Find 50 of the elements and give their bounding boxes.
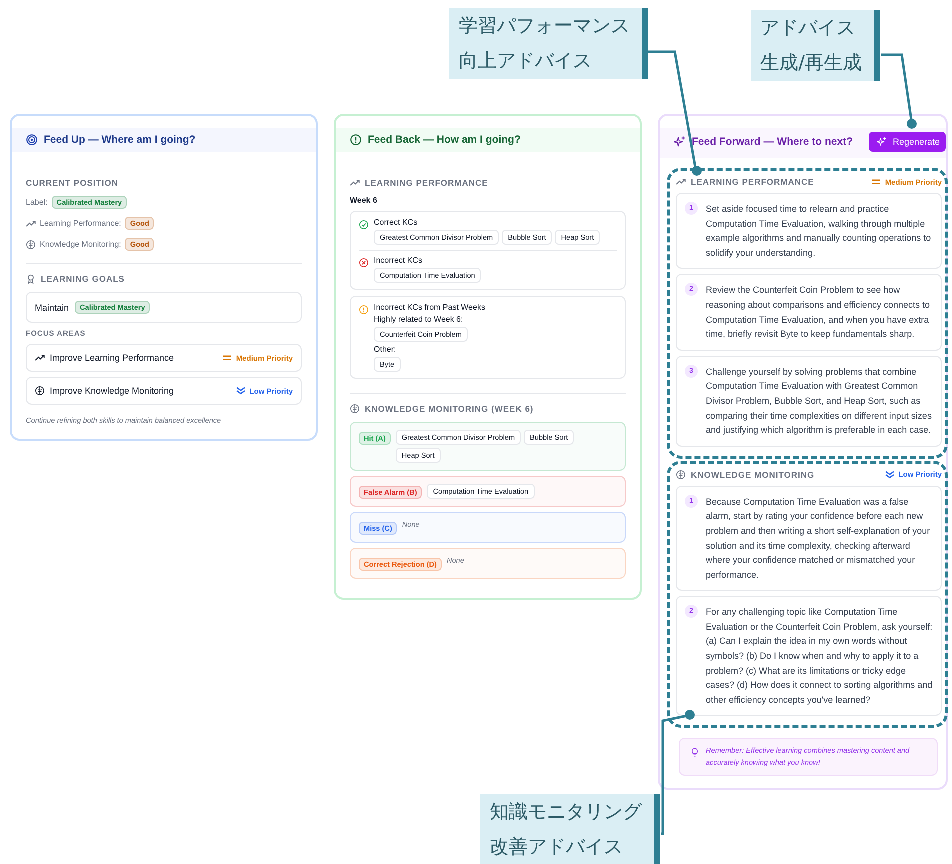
exclamation-circle-icon xyxy=(350,134,362,146)
advice-text: Challenge yourself by solving problems that combine Computation Time Evaluation with Greatest Common Divisor Problem, Bubble Sort, and Heap Sort, such as comparing their time complexities on different input sizes and justifying which algorithm is preferable in each case. xyxy=(706,366,933,438)
status-label: Learning Performance: xyxy=(40,219,122,228)
callout-text: 向上アドバイス xyxy=(459,48,593,74)
advice-text: Set aside focused time to relearn and practice Computation Time Evaluation, walking through multiple example algorithms and manually counting operations to solidify your understanding. xyxy=(706,203,932,260)
advice-text: For any challenging topic like Computation Time Evaluation or the Counterfeit Coin Problem, ask yourself: (a) Can I explain the idea in my own words without symbols? (b) Do I know when and why to apply it to a problem? (c) What are its limitations or tricky edge cases? (d) How does it connect to sorting algorithms and other efficiency concepts you've learned? xyxy=(706,606,934,707)
week-label: Week 6 xyxy=(350,196,378,205)
callout-text: 学習パフォーマンス xyxy=(459,14,630,39)
callout-text: アドバイス xyxy=(760,16,857,41)
equals-icon xyxy=(871,178,882,186)
advice-text: Because Computation Time Evaluation was a false alarm, start by rating your confidence before each new problem and then writing a short self-explanation of your solution and its time complexity, checking afterward where your confidence matched or mismatched your performance. xyxy=(706,496,932,582)
kc-sublabel: Other: xyxy=(374,345,398,354)
lightbulb-icon xyxy=(690,747,700,758)
kc-sublabel: Highly related to Week 6: xyxy=(374,315,464,324)
regenerate-button[interactable]: Regenerate xyxy=(868,132,946,152)
goal-text: Maintain xyxy=(35,302,70,312)
check-circle-icon xyxy=(359,220,369,230)
alert-circle-icon xyxy=(359,305,369,315)
target-icon xyxy=(26,134,38,146)
double-chevron-down-icon xyxy=(884,470,895,479)
trend-icon xyxy=(35,353,45,363)
focus-area-label: Improve Learning Performance xyxy=(50,353,176,363)
section-heading: LEARNING GOALS xyxy=(41,274,125,284)
sparkles-icon xyxy=(876,137,887,147)
trend-icon xyxy=(676,177,686,187)
callout-text: 知識モニタリング xyxy=(490,800,642,825)
award-icon xyxy=(26,274,36,284)
section-heading: LEARNING PERFORMANCE xyxy=(691,177,816,187)
status-label: Knowledge Monitoring: xyxy=(40,240,122,249)
panel-title: Feed Up — Where am I going? xyxy=(44,134,196,146)
focus-area-label: Improve Knowledge Monitoring xyxy=(50,386,176,396)
x-circle-icon xyxy=(359,258,369,268)
panel-title: Feed Forward — Where to next? xyxy=(692,136,854,148)
section-heading: CURRENT POSITION xyxy=(26,178,120,188)
advice-text: Review the Counterfeit Coin Problem to see how reasoning about comparisons and efficiency connects to Computation Time Evaluation, and when you have extra time, briefly revisit Byte to keep fundamentals sharp. xyxy=(706,284,931,342)
equals-icon xyxy=(222,354,232,362)
trend-icon xyxy=(350,178,360,188)
callout-text: 生成/再生成 xyxy=(760,50,862,76)
kc-group-label: Incorrect KCs from Past Weeks xyxy=(374,303,486,312)
sparkles-icon xyxy=(674,136,686,148)
status-label: Label: xyxy=(26,198,48,207)
trend-icon xyxy=(26,218,36,228)
double-chevron-down-icon xyxy=(236,387,246,395)
section-heading: LEARNING PERFORMANCE xyxy=(365,178,488,188)
kc-group-label: Correct KCs xyxy=(374,218,419,227)
panel-title: Feed Back — How am I going? xyxy=(368,134,521,146)
kc-group-label: Incorrect KCs xyxy=(374,256,424,265)
callout-text: 改善アドバイス xyxy=(490,834,624,860)
section-heading: KNOWLEDGE MONITORING (WEEK 6) xyxy=(365,404,534,414)
section-heading: KNOWLEDGE MONITORING xyxy=(691,470,816,480)
